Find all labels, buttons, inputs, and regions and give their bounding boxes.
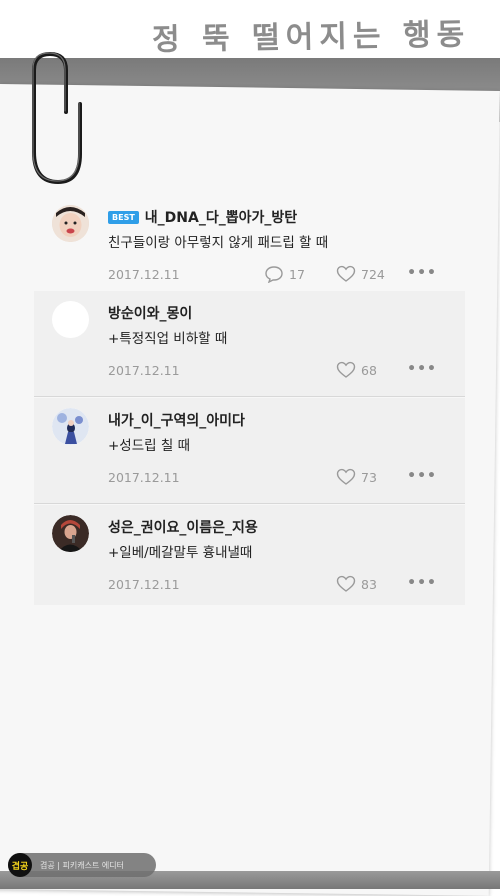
- editor-badge: 겹공 겹공 | 피키캐스트 에디터: [8, 853, 156, 877]
- comment-date: 2017.12.11: [108, 577, 180, 592]
- page-title: 정 뚝 떨어지는 행동: [151, 17, 471, 58]
- like-button[interactable]: 724: [336, 265, 385, 283]
- more-options-icon[interactable]: •••: [407, 361, 437, 377]
- comment-username[interactable]: 방순이와_몽이: [108, 303, 192, 323]
- comment-item: 방순이와_몽이 +특정직업 비하할 때 2017.12.11 68 •••: [34, 291, 465, 397]
- heart-icon: [336, 575, 356, 592]
- best-badge: BEST: [108, 211, 139, 224]
- speech-bubble-icon: [265, 266, 283, 283]
- like-button[interactable]: 73: [336, 468, 377, 486]
- like-button[interactable]: 68: [336, 361, 377, 379]
- avatar[interactable]: [52, 301, 89, 338]
- like-count: 73: [361, 469, 377, 485]
- comment-date: 2017.12.11: [108, 363, 180, 378]
- like-button[interactable]: 83: [336, 575, 377, 593]
- paperclip-icon: [32, 51, 82, 185]
- comment-username[interactable]: BEST 내_DNA_다_뽑아가_방탄: [108, 207, 297, 227]
- comment-date: 2017.12.11: [108, 470, 180, 485]
- comment-item: BEST 내_DNA_다_뽑아가_방탄 친구들이랑 아무렇지 않게 패드립 할 때…: [34, 195, 465, 301]
- username-text: 내_DNA_다_뽑아가_방탄: [144, 210, 298, 226]
- more-options-icon[interactable]: •••: [407, 575, 437, 591]
- heart-icon: [336, 468, 356, 485]
- comment-username[interactable]: 내가_이_구역의_아미다: [108, 410, 245, 430]
- comment-text: +성드립 칠 때: [108, 438, 190, 454]
- like-count: 83: [361, 576, 377, 592]
- heart-icon: [336, 361, 356, 378]
- divider: [34, 503, 465, 504]
- reply-count: 17: [289, 266, 305, 282]
- reply-button[interactable]: 17: [264, 265, 305, 283]
- divider: [34, 396, 465, 397]
- like-count: 724: [361, 266, 385, 282]
- comment-text: +일베/메갈말투 흉내낼때: [108, 545, 253, 561]
- more-options-icon[interactable]: •••: [407, 468, 437, 484]
- avatar[interactable]: [52, 205, 89, 242]
- comment-text: +특정직업 비하할 때: [108, 331, 228, 347]
- avatar[interactable]: [52, 408, 89, 445]
- avatar[interactable]: [52, 515, 89, 552]
- editor-caption: 겹공 | 피키캐스트 에디터: [40, 860, 124, 870]
- comment-username[interactable]: 성은_권이요_이름은_지용: [108, 517, 258, 537]
- comment-item: 성은_권이요_이름은_지용 +일베/메갈말투 흉내낼때 2017.12.11 8…: [34, 505, 465, 605]
- like-count: 68: [361, 362, 377, 378]
- comment-date: 2017.12.11: [108, 267, 180, 282]
- comment-text: 친구들이랑 아무렇지 않게 패드립 할 때: [108, 235, 329, 251]
- more-options-icon[interactable]: •••: [407, 265, 437, 281]
- comment-item: 내가_이_구역의_아미다 +성드립 칠 때 2017.12.11 73 •••: [34, 398, 465, 504]
- brand-logo: 겹공: [8, 853, 32, 877]
- heart-icon: [336, 265, 356, 282]
